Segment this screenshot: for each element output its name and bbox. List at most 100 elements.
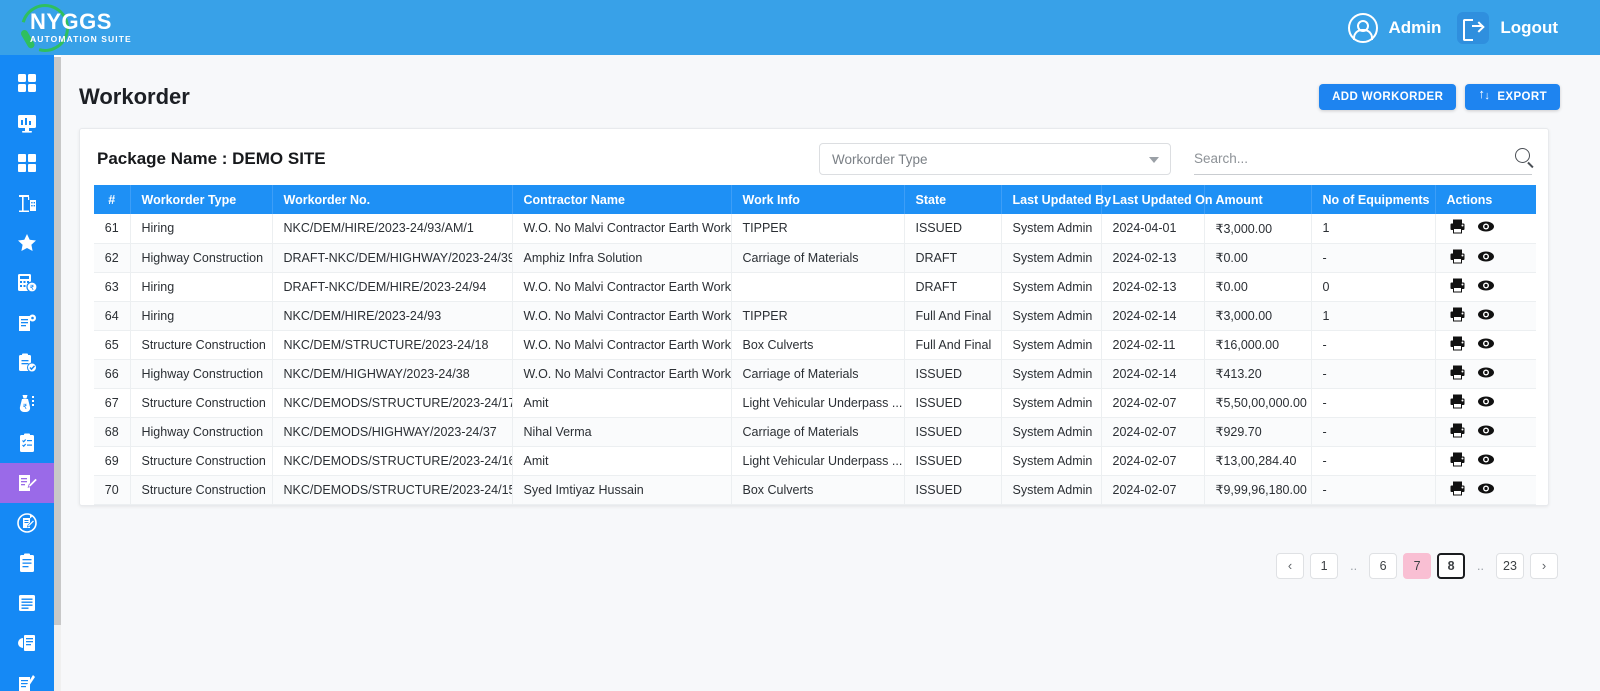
pagination-prev-button[interactable]: ‹ bbox=[1276, 552, 1305, 579]
view-button[interactable] bbox=[1477, 422, 1495, 442]
table-row[interactable]: 62 Highway Construction DRAFT-NKC/DEM/HIGH… bbox=[94, 243, 1536, 273]
table-row[interactable]: 66 Highway Construction NKC/DEM/HIGHWAY/20… bbox=[94, 359, 1536, 389]
sidebar-item-copies[interactable] bbox=[0, 623, 54, 663]
print-button[interactable] bbox=[1449, 480, 1466, 500]
view-button[interactable] bbox=[1477, 451, 1495, 471]
brand-tagline: AUTOMATION SUITE bbox=[30, 33, 132, 44]
view-button[interactable] bbox=[1477, 218, 1495, 238]
cell-updated-by: System Admin bbox=[1001, 475, 1102, 505]
add-workorder-button[interactable]: ADD WORKORDER bbox=[1319, 84, 1457, 110]
clipboard-check-icon bbox=[19, 353, 37, 373]
print-button[interactable] bbox=[1449, 422, 1466, 442]
column-header-updated-on[interactable]: Last Updated On bbox=[1101, 185, 1213, 214]
monitor-report-icon bbox=[18, 115, 36, 133]
table-row[interactable]: 70 Structure Construction NKC/DEMODS/STRUC… bbox=[94, 475, 1536, 505]
column-header-index[interactable]: # bbox=[94, 185, 131, 214]
pagination-page-7[interactable]: 7 bbox=[1403, 552, 1432, 579]
print-button[interactable] bbox=[1449, 364, 1466, 384]
view-button[interactable] bbox=[1477, 277, 1495, 297]
crane-construction-icon bbox=[19, 195, 36, 212]
column-header-state[interactable]: State bbox=[904, 185, 1002, 214]
view-button[interactable] bbox=[1477, 306, 1495, 326]
sidebar-item-documents[interactable] bbox=[0, 303, 54, 343]
table-row[interactable]: 67 Structure Construction NKC/DEMODS/STRUC… bbox=[94, 388, 1536, 418]
cell-amount: ₹0.00 bbox=[1204, 272, 1312, 302]
user-menu[interactable]: Admin bbox=[1347, 12, 1441, 43]
cell-actions bbox=[1435, 243, 1536, 273]
print-button[interactable] bbox=[1449, 393, 1466, 413]
print-button[interactable] bbox=[1449, 218, 1466, 238]
cell-contractor: Amphiz Infra Solution bbox=[512, 243, 732, 273]
sidebar-item-tasks[interactable] bbox=[0, 423, 54, 463]
table-row[interactable]: 68 Highway Construction NKC/DEMODS/HIGHWAY… bbox=[94, 417, 1536, 447]
column-header-updated-by[interactable]: Last Updated By bbox=[1001, 185, 1111, 214]
print-button[interactable] bbox=[1449, 248, 1466, 268]
print-button[interactable] bbox=[1449, 335, 1466, 355]
column-header-work-info[interactable]: Work Info bbox=[731, 185, 905, 214]
column-header-amount[interactable]: Amount bbox=[1204, 185, 1312, 214]
cell-amount: ₹3,000.00 bbox=[1204, 301, 1312, 331]
cell-updated-by: System Admin bbox=[1001, 272, 1102, 302]
sidebar-item-modules[interactable] bbox=[0, 143, 54, 183]
search-field[interactable] bbox=[1194, 144, 1532, 175]
cell-actions bbox=[1435, 388, 1536, 418]
brand-logo[interactable]: NYGGS AUTOMATION SUITE bbox=[0, 0, 140, 61]
view-button[interactable] bbox=[1477, 248, 1495, 268]
sidebar-item-billing[interactable]: ₹ bbox=[0, 263, 54, 303]
view-button[interactable] bbox=[1477, 393, 1495, 413]
view-eye-icon bbox=[1477, 338, 1494, 348]
sidebar-item-reports[interactable] bbox=[0, 103, 54, 143]
logout-button[interactable]: Logout bbox=[1457, 11, 1558, 44]
column-header-number[interactable]: Workorder No. bbox=[272, 185, 513, 214]
column-header-contractor[interactable]: Contractor Name bbox=[512, 185, 732, 214]
view-button[interactable] bbox=[1477, 480, 1495, 500]
column-header-equipments[interactable]: No of Equipments bbox=[1311, 185, 1436, 214]
sidebar-item-revisions[interactable] bbox=[0, 503, 54, 543]
sidebar-scrollbar-thumb[interactable] bbox=[54, 57, 61, 625]
pagination-next-button[interactable]: › bbox=[1530, 552, 1558, 579]
sidebar-item-forms[interactable] bbox=[0, 543, 54, 583]
cell-work-info: TIPPER bbox=[731, 301, 905, 331]
workorder-type-select[interactable]: Workorder Type bbox=[819, 143, 1171, 175]
sidebar-item-workorder[interactable] bbox=[0, 463, 54, 503]
cell-number: NKC/DEM/HIRE/2023-24/93/AM/1 bbox=[272, 214, 513, 244]
main-content: Workorder ADD WORKORDER EXPORT Package N… bbox=[61, 55, 1600, 691]
sidebar-item-drafts[interactable] bbox=[0, 663, 54, 691]
cell-work-info: Box Culverts bbox=[731, 475, 905, 505]
table-row[interactable]: 63 Hiring DRAFT-NKC/DEM/HIRE/2023-24/94 W.O… bbox=[94, 272, 1536, 302]
pagination-page-1[interactable]: 1 bbox=[1310, 552, 1339, 579]
sidebar-item-favorites[interactable] bbox=[0, 223, 54, 263]
table-row[interactable]: 61 Hiring NKC/DEM/HIRE/2023-24/93/AM/1 W.O.… bbox=[94, 214, 1536, 244]
print-button[interactable] bbox=[1449, 277, 1466, 297]
cell-contractor: W.O. No Malvi Contractor Earth Work bbox=[512, 330, 732, 360]
search-icon[interactable] bbox=[1515, 147, 1530, 163]
cell-updated-on: 2024-02-07 bbox=[1101, 417, 1205, 447]
table-row[interactable]: 69 Structure Construction NKC/DEMODS/STRUC… bbox=[94, 446, 1536, 476]
column-header-actions[interactable]: Actions bbox=[1435, 185, 1536, 214]
print-button[interactable] bbox=[1449, 451, 1466, 471]
pagination-page-8[interactable]: 8 bbox=[1437, 552, 1466, 579]
table-row[interactable]: 64 Hiring NKC/DEM/HIRE/2023-24/93 W.O. No M… bbox=[94, 301, 1536, 331]
print-button[interactable] bbox=[1449, 306, 1466, 326]
table-row[interactable]: 65 Structure Construction NKC/DEM/STRUCTUR… bbox=[94, 330, 1536, 360]
sidebar-item-payments[interactable]: ₹ bbox=[0, 383, 54, 423]
export-button[interactable]: EXPORT bbox=[1465, 84, 1560, 110]
pagination-page-23[interactable]: 23 bbox=[1496, 552, 1524, 579]
sidebar-item-dashboard[interactable] bbox=[0, 63, 54, 103]
pagination-page-6[interactable]: 6 bbox=[1369, 552, 1398, 579]
sidebar-item-approvals[interactable] bbox=[0, 343, 54, 383]
view-eye-icon bbox=[1477, 280, 1494, 290]
cell-state: Full And Final bbox=[904, 301, 1002, 331]
cell-state: ISSUED bbox=[904, 417, 1002, 447]
cell-state: ISSUED bbox=[904, 475, 1002, 505]
sidebar-item-construction[interactable] bbox=[0, 183, 54, 223]
document-settings-icon bbox=[19, 314, 36, 331]
column-header-type[interactable]: Workorder Type bbox=[130, 185, 273, 214]
cell-updated-by: System Admin bbox=[1001, 417, 1102, 447]
view-button[interactable] bbox=[1477, 335, 1495, 355]
svg-text:₹: ₹ bbox=[30, 284, 35, 292]
cell-work-info bbox=[731, 272, 905, 302]
view-button[interactable] bbox=[1477, 364, 1495, 384]
search-input[interactable] bbox=[1194, 151, 1494, 166]
sidebar-item-notes[interactable] bbox=[0, 583, 54, 623]
